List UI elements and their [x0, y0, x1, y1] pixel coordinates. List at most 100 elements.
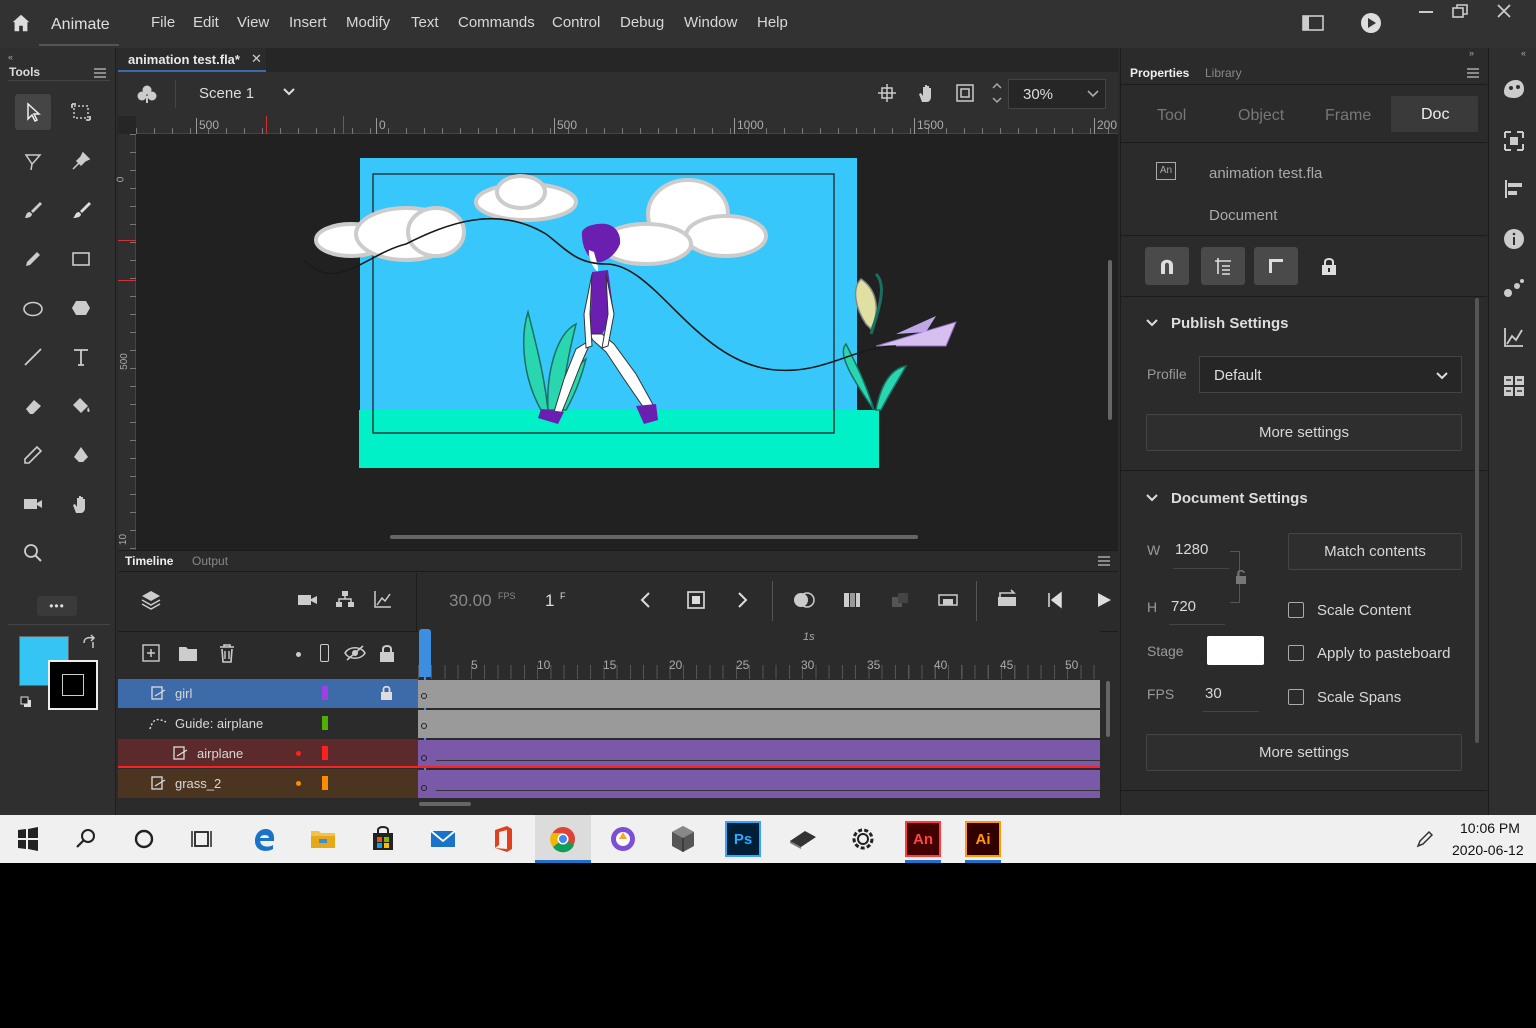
- scene-name[interactable]: Scene 1: [199, 85, 254, 102]
- layer-color-swatch[interactable]: [322, 716, 328, 730]
- illustrator-icon[interactable]: Ai: [965, 821, 1001, 857]
- 3d-app-icon[interactable]: [665, 821, 701, 857]
- publish-settings-title[interactable]: Publish Settings: [1171, 315, 1289, 332]
- properties-scrollbar[interactable]: [1475, 298, 1479, 743]
- panel-menu-icon[interactable]: [1467, 68, 1479, 78]
- stroke-color-swatch[interactable]: [48, 660, 98, 710]
- graph-icon[interactable]: [373, 589, 393, 609]
- zoom-stepper-icon[interactable]: [991, 80, 1003, 106]
- layer-name[interactable]: Guide: airplane: [175, 716, 263, 731]
- subtab-object[interactable]: Object: [1238, 107, 1284, 125]
- chevron-down-icon[interactable]: [282, 87, 296, 97]
- assets-icon[interactable]: [1502, 78, 1526, 100]
- file-explorer-icon[interactable]: [305, 821, 341, 857]
- insert-keyframe-icon[interactable]: [686, 590, 706, 610]
- menu-window[interactable]: Window: [684, 14, 737, 31]
- playhead[interactable]: [419, 629, 431, 677]
- tab-output[interactable]: Output: [192, 554, 228, 568]
- tab-timeline[interactable]: Timeline: [125, 554, 173, 568]
- layers-icon[interactable]: [140, 588, 162, 610]
- document-more-settings-button[interactable]: More settings: [1146, 734, 1462, 771]
- fps-value[interactable]: 30: [1205, 685, 1222, 702]
- workspace-layout-icon[interactable]: [1302, 14, 1324, 32]
- default-colors-icon[interactable]: [20, 696, 32, 708]
- keyframe[interactable]: [421, 755, 427, 761]
- lasso-tool[interactable]: [15, 143, 51, 179]
- subtab-doc[interactable]: Doc: [1391, 96, 1478, 132]
- new-folder-icon[interactable]: [178, 644, 198, 662]
- menu-text[interactable]: Text: [411, 14, 439, 31]
- camera-icon[interactable]: [297, 591, 319, 609]
- highlight-dot[interactable]: [296, 781, 301, 786]
- horizontal-scrollbar[interactable]: [390, 535, 918, 539]
- polystar-tool[interactable]: [63, 290, 99, 326]
- keyframe[interactable]: [421, 723, 427, 729]
- store-icon[interactable]: [365, 821, 401, 857]
- minimize-icon[interactable]: [1419, 11, 1433, 13]
- browser-icon[interactable]: [605, 821, 641, 857]
- cortana-icon[interactable]: [126, 821, 162, 857]
- panel-menu-icon[interactable]: [1098, 556, 1110, 566]
- tab-properties[interactable]: Properties: [1130, 66, 1189, 80]
- highlight-dot[interactable]: [296, 751, 301, 756]
- subselection-tool[interactable]: [63, 143, 99, 179]
- keyframe[interactable]: [421, 785, 427, 791]
- paint-brush-tool[interactable]: [63, 192, 99, 228]
- chevron-down-icon[interactable]: [1087, 90, 1099, 98]
- close-tab-icon[interactable]: ✕: [251, 51, 262, 67]
- task-view-icon[interactable]: [184, 821, 220, 857]
- menu-help[interactable]: Help: [757, 14, 788, 31]
- scale-spans-checkbox[interactable]: [1288, 689, 1304, 705]
- menu-view[interactable]: View: [237, 14, 269, 31]
- frame-ruler[interactable]: 1s 5 10 15 20 25 30 35 40 45 50: [418, 631, 1100, 679]
- ruler-button[interactable]: [1254, 247, 1298, 285]
- mail-icon[interactable]: [425, 821, 461, 857]
- settings-gear-icon[interactable]: [845, 821, 881, 857]
- animate-app-icon[interactable]: An: [905, 821, 941, 857]
- selection-tool[interactable]: [15, 94, 51, 130]
- brush-tool[interactable]: [15, 192, 51, 228]
- collapse-icon[interactable]: »: [1469, 48, 1474, 58]
- motion-presets-icon[interactable]: [1503, 277, 1525, 299]
- width-value[interactable]: 1280: [1175, 541, 1208, 558]
- clock-date[interactable]: 2020-06-12: [1452, 842, 1524, 858]
- tab-library[interactable]: Library: [1205, 66, 1242, 80]
- free-transform-tool[interactable]: [63, 94, 99, 130]
- layer-row-airplane[interactable]: airplane: [118, 739, 418, 768]
- info-icon[interactable]: [1503, 228, 1525, 250]
- windows-start-icon[interactable]: [10, 821, 46, 857]
- scene-icon[interactable]: [136, 84, 158, 104]
- publish-more-settings-button[interactable]: More settings: [1146, 414, 1462, 451]
- chrome-icon[interactable]: [545, 821, 581, 857]
- current-frame[interactable]: 1: [545, 591, 554, 611]
- pencil-tool[interactable]: [15, 241, 51, 277]
- layer-color-swatch[interactable]: [322, 746, 328, 760]
- eyedropper-tool[interactable]: [15, 437, 51, 473]
- test-movie-play-icon[interactable]: [1360, 12, 1382, 34]
- pasteboard[interactable]: [136, 134, 1118, 550]
- photoshop-icon[interactable]: Ps: [725, 821, 761, 857]
- camera-tool[interactable]: [15, 486, 51, 522]
- keyframe[interactable]: [421, 693, 427, 699]
- lock-icon[interactable]: [380, 685, 393, 700]
- height-value[interactable]: 720: [1171, 598, 1196, 615]
- menu-commands[interactable]: Commands: [458, 14, 535, 31]
- clock-time[interactable]: 10:06 PM: [1460, 820, 1520, 836]
- layer-row-guide-airplane[interactable]: Guide: airplane: [118, 709, 418, 738]
- step-back-icon[interactable]: [1046, 591, 1066, 609]
- text-tool[interactable]: [63, 339, 99, 375]
- profile-select[interactable]: Default: [1199, 356, 1462, 393]
- timeline-vertical-scrollbar[interactable]: [1106, 681, 1110, 737]
- layer-row-girl[interactable]: girl: [118, 679, 418, 708]
- motion-tween-icon[interactable]: [937, 591, 959, 609]
- new-layer-icon[interactable]: [142, 644, 160, 662]
- fit-stage-icon[interactable]: [955, 83, 975, 103]
- motion-editor-icon[interactable]: [1503, 326, 1525, 348]
- document-tab[interactable]: animation test.fla* ✕: [118, 48, 266, 72]
- layer-parenting-icon[interactable]: [335, 589, 355, 609]
- previous-keyframe-icon[interactable]: [638, 591, 652, 609]
- restore-icon[interactable]: [1452, 4, 1468, 18]
- stage-canvas[interactable]: [136, 134, 1118, 550]
- subtab-frame[interactable]: Frame: [1325, 107, 1371, 125]
- zoom-tool[interactable]: [15, 535, 51, 571]
